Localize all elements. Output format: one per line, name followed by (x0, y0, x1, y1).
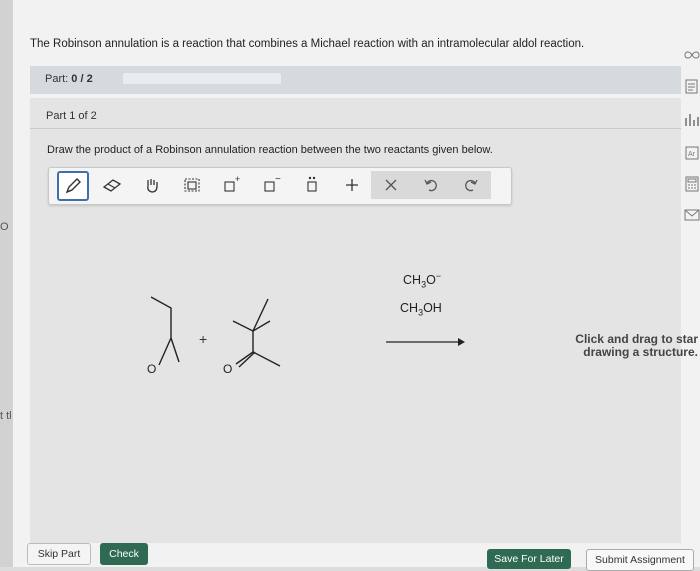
periodic-table-icon[interactable]: Ar (683, 144, 700, 162)
submit-assignment-button[interactable]: Submit Assignment (586, 549, 694, 571)
reagent-methoxide: CH3O− (403, 271, 442, 290)
email-icon[interactable] (683, 206, 700, 224)
reagent-methanol: CH3OH (400, 301, 442, 318)
reaction-arrow (386, 338, 465, 346)
atom-label-o: O (223, 362, 232, 376)
chart-icon[interactable] (683, 111, 700, 129)
reactant-1-structure (150, 296, 180, 366)
calculator-icon[interactable] (683, 175, 700, 193)
notes-icon[interactable] (683, 78, 700, 96)
skip-part-button[interactable]: Skip Part (27, 543, 91, 565)
reactant-structures: O + O (147, 296, 465, 376)
atom-label-o: O (147, 362, 156, 376)
save-for-later-button[interactable]: Save For Later (487, 549, 571, 569)
check-button[interactable]: Check (100, 543, 148, 565)
plus-sign: + (199, 331, 207, 347)
reactant-2-structure (232, 298, 281, 368)
canvas-hint: Click and drag to star drawing a structu… (575, 332, 698, 359)
svg-text:Ar: Ar (688, 151, 696, 158)
infinity-icon[interactable] (683, 46, 700, 64)
